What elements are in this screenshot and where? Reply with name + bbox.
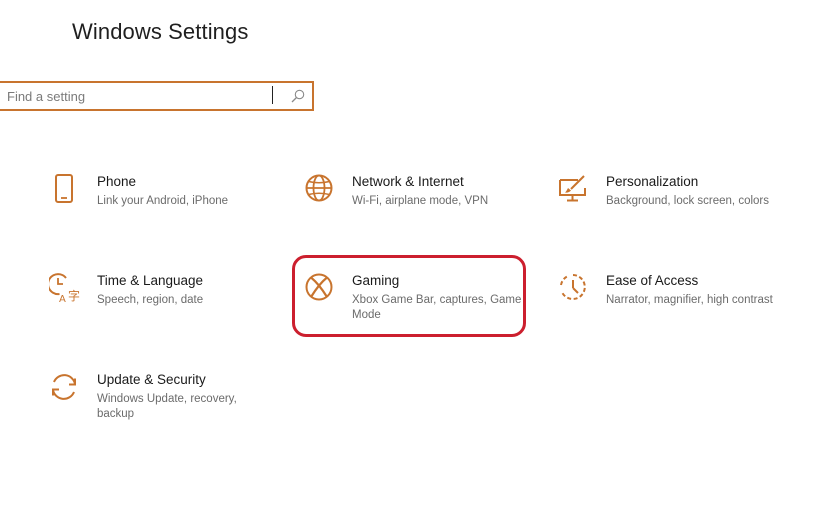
- search-icon[interactable]: [290, 88, 306, 104]
- tile-title: Time & Language: [97, 273, 204, 288]
- text-caret: [272, 86, 273, 104]
- tile-gaming[interactable]: Gaming Xbox Game Bar, captures, Game Mod…: [304, 273, 534, 353]
- tile-update-security[interactable]: Update & Security Windows Update, recove…: [49, 372, 279, 452]
- update-icon: [49, 372, 81, 404]
- tile-title: Personalization: [606, 174, 699, 189]
- globe-icon: [304, 174, 336, 206]
- tile-ease-of-access[interactable]: Ease of Access Narrator, magnifier, high…: [558, 273, 788, 353]
- tile-phone[interactable]: Phone Link your Android, iPhone: [49, 174, 279, 254]
- search-box[interactable]: [0, 81, 314, 111]
- tile-title: Gaming: [352, 273, 400, 288]
- personalization-icon: [558, 174, 590, 206]
- tile-description: Link your Android, iPhone: [97, 195, 229, 207]
- time-language-icon: A 字: [49, 273, 81, 305]
- page-title: Windows Settings: [72, 19, 249, 44]
- tile-title: Phone: [97, 174, 137, 189]
- tile-description: Background, lock screen, colors: [606, 195, 769, 207]
- tile-description: Xbox Game Bar, captures, Game Mode: [352, 294, 522, 321]
- xbox-icon: [304, 273, 336, 305]
- tile-personalization[interactable]: Personalization Background, lock screen,…: [558, 174, 788, 254]
- tile-description: Wi-Fi, airplane mode, VPN: [352, 195, 489, 207]
- tile-network-internet[interactable]: Network & Internet Wi-Fi, airplane mode,…: [304, 174, 534, 254]
- tile-title: Network & Internet: [352, 174, 464, 189]
- tile-description: Narrator, magnifier, high contrast: [606, 294, 773, 306]
- tile-title: Ease of Access: [606, 273, 699, 288]
- tile-description: Windows Update, recovery, backup: [97, 393, 237, 420]
- tile-time-language[interactable]: A 字 Time & Language Speech, region, date: [49, 273, 279, 353]
- svg-text:A: A: [59, 294, 66, 305]
- phone-icon: [49, 174, 81, 206]
- tile-title: Update & Security: [97, 372, 206, 387]
- svg-text:字: 字: [68, 288, 80, 303]
- ease-of-access-icon: [558, 273, 590, 305]
- search-input[interactable]: [7, 86, 262, 106]
- tile-description: Speech, region, date: [97, 294, 204, 306]
